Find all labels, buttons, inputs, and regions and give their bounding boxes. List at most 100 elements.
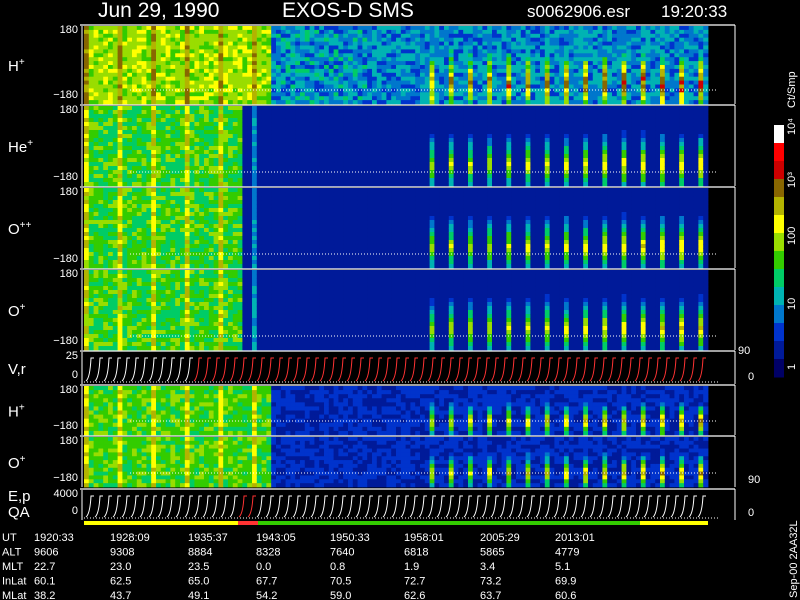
heatmap-cell bbox=[98, 88, 104, 93]
heatmap-cell bbox=[386, 96, 392, 101]
heatmap-cell bbox=[496, 110, 502, 115]
heatmap-cell bbox=[170, 65, 176, 70]
heatmap-cell bbox=[525, 166, 531, 171]
heatmap-cell bbox=[112, 80, 118, 85]
heatmap-cell bbox=[568, 33, 574, 39]
heatmap-cell bbox=[487, 146, 493, 151]
heatmap-cell bbox=[511, 166, 517, 171]
heatmap-cell bbox=[175, 45, 181, 50]
heatmap-cell bbox=[578, 174, 584, 179]
heatmap-cell bbox=[429, 33, 435, 39]
heatmap-cell bbox=[180, 29, 186, 35]
heatmap-cell bbox=[626, 134, 632, 139]
heatmap-cell bbox=[420, 100, 426, 105]
heatmap-cell bbox=[213, 49, 219, 54]
heatmap-cell bbox=[84, 158, 90, 163]
heatmap-cell bbox=[357, 53, 363, 58]
heatmap-cell bbox=[232, 166, 238, 171]
heatmap-cell bbox=[213, 41, 219, 46]
heatmap-cell bbox=[170, 37, 176, 42]
heatmap-cell bbox=[362, 29, 368, 35]
heatmap-cell bbox=[434, 122, 440, 127]
heatmap-cell bbox=[151, 65, 157, 70]
heatmap-cell bbox=[434, 174, 440, 179]
heatmap-cell bbox=[487, 68, 493, 74]
heatmap-cell bbox=[458, 37, 464, 42]
heatmap-cell bbox=[372, 76, 378, 81]
heatmap-cell bbox=[391, 174, 397, 179]
heatmap-cell bbox=[348, 49, 354, 54]
heatmap-cell bbox=[410, 114, 416, 119]
heatmap-cell bbox=[636, 80, 642, 85]
heatmap-cell bbox=[324, 122, 330, 127]
heatmap-cell bbox=[439, 114, 445, 119]
heatmap-cell bbox=[396, 146, 402, 151]
heatmap-cell bbox=[208, 37, 214, 42]
heatmap-cell bbox=[424, 150, 430, 155]
heatmap-cell bbox=[300, 65, 306, 70]
heatmap-cell bbox=[93, 41, 99, 46]
heatmap-cell bbox=[540, 178, 546, 183]
heatmap-cell bbox=[448, 61, 454, 66]
heatmap-cell bbox=[530, 178, 536, 183]
heatmap-cell bbox=[208, 88, 214, 93]
heatmap-cell bbox=[607, 68, 613, 74]
heatmap-cell bbox=[549, 61, 555, 66]
heatmap-cell bbox=[381, 118, 387, 123]
heatmap-cell bbox=[228, 26, 234, 31]
heatmap-cell bbox=[602, 118, 608, 123]
heatmap-cell bbox=[496, 178, 502, 183]
heatmap-cell bbox=[448, 182, 454, 187]
heatmap-cell bbox=[405, 162, 411, 167]
heatmap-cell bbox=[348, 57, 354, 62]
heatmap-cell bbox=[117, 57, 123, 62]
heatmap-cell bbox=[640, 106, 646, 111]
heatmap-cell bbox=[424, 33, 430, 39]
heatmap-cell bbox=[276, 182, 282, 187]
heatmap-cell bbox=[146, 126, 152, 131]
heatmap-cell bbox=[679, 68, 685, 74]
heatmap-cell bbox=[592, 154, 598, 159]
heatmap-cell bbox=[463, 110, 469, 115]
heatmap-cell bbox=[204, 88, 210, 93]
heatmap-cell bbox=[362, 146, 368, 151]
heatmap-cell bbox=[194, 154, 200, 159]
heatmap-cell bbox=[496, 122, 502, 127]
heatmap-cell bbox=[280, 122, 286, 127]
heatmap-cell bbox=[208, 80, 214, 85]
heatmap-cell bbox=[285, 49, 291, 54]
heatmap-cell bbox=[520, 106, 526, 111]
heatmap-cell bbox=[424, 65, 430, 70]
heatmap-cell bbox=[506, 166, 512, 171]
heatmap-cell bbox=[477, 53, 483, 58]
heatmap-cell bbox=[180, 45, 186, 50]
heatmap-cell bbox=[84, 80, 90, 85]
heatmap-cell bbox=[573, 162, 579, 167]
heatmap-cell bbox=[280, 29, 286, 35]
heatmap-cell bbox=[261, 72, 267, 78]
heatmap-cell bbox=[492, 29, 498, 35]
heatmap-cell bbox=[160, 49, 166, 54]
heatmap-cell bbox=[348, 158, 354, 163]
heatmap-cell bbox=[300, 53, 306, 58]
heatmap-cell bbox=[367, 29, 373, 35]
heatmap-cell bbox=[645, 100, 651, 105]
heatmap-cell bbox=[391, 110, 397, 115]
heatmap-cell bbox=[228, 88, 234, 93]
heatmap-cell bbox=[338, 80, 344, 85]
heatmap-cell bbox=[477, 72, 483, 78]
heatmap-cell bbox=[333, 146, 339, 151]
heatmap-cell bbox=[117, 178, 123, 183]
heatmap-cell bbox=[492, 110, 498, 115]
heatmap-cell bbox=[232, 49, 238, 54]
heatmap-cell bbox=[583, 26, 589, 31]
heatmap-cell bbox=[492, 118, 498, 123]
heatmap-cell bbox=[640, 182, 646, 187]
heatmap-cell bbox=[463, 100, 469, 105]
heatmap-cell bbox=[376, 110, 382, 115]
heatmap-cell bbox=[564, 122, 570, 127]
heatmap-cell bbox=[578, 84, 584, 89]
heatmap-cell bbox=[300, 114, 306, 119]
heatmap-cell bbox=[477, 138, 483, 143]
heatmap-cell bbox=[597, 134, 603, 139]
